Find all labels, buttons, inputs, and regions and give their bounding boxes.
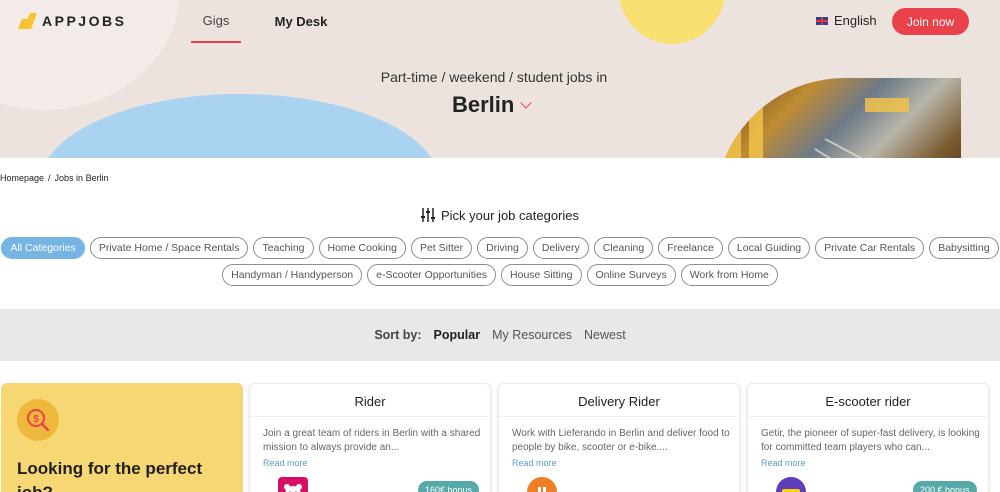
sort-label: Sort by: bbox=[374, 328, 422, 342]
logo-icon bbox=[18, 12, 37, 30]
chevron-down-icon bbox=[520, 97, 533, 109]
categories-heading: Pick your job categories bbox=[0, 207, 1000, 223]
decorative-blob bbox=[618, 0, 726, 44]
category-chip[interactable]: Local Guiding bbox=[727, 237, 811, 259]
divider bbox=[250, 416, 490, 417]
svg-text:$: $ bbox=[33, 414, 39, 425]
sort-option-newest[interactable]: Newest bbox=[584, 328, 626, 342]
money-search-icon: $ bbox=[27, 409, 50, 432]
city-selector[interactable]: Berlin bbox=[452, 92, 533, 118]
join-now-button[interactable]: Join now bbox=[892, 8, 969, 35]
breadcrumb-separator: / bbox=[48, 173, 51, 183]
category-chip[interactable]: Online Surveys bbox=[586, 264, 676, 286]
read-more-link[interactable]: Read more bbox=[263, 458, 308, 468]
job-title: Delivery Rider bbox=[578, 394, 660, 409]
category-chip[interactable]: e-Scooter Opportunities bbox=[367, 264, 497, 286]
category-row: All Categories Private Home / Space Renta… bbox=[0, 237, 1000, 259]
promo-text: Looking for the perfect job? bbox=[17, 459, 203, 492]
divider bbox=[499, 416, 739, 417]
city-name: Berlin bbox=[452, 92, 515, 117]
read-more-link[interactable]: Read more bbox=[512, 458, 557, 468]
breadcrumb: Homepage / Jobs in Berlin bbox=[0, 173, 109, 183]
category-chip[interactable]: Pet Sitter bbox=[410, 237, 473, 259]
job-title: Rider bbox=[354, 394, 386, 409]
divider bbox=[748, 416, 988, 417]
category-chip[interactable]: All Categories bbox=[1, 237, 85, 259]
category-chip[interactable]: Work from Home bbox=[680, 264, 778, 286]
categories-title: Pick your job categories bbox=[440, 207, 579, 223]
category-chip[interactable]: Handyman / Handyperson bbox=[222, 264, 363, 286]
category-chip[interactable]: Cleaning bbox=[593, 237, 654, 259]
main-nav: Gigs My Desk bbox=[191, 0, 341, 43]
hero-banner: APPJOBS Gigs My Desk English Join now Pa… bbox=[0, 0, 1000, 158]
sort-option-my-resources[interactable]: My Resources bbox=[492, 328, 572, 342]
bonus-badge: 200 € bonus bbox=[913, 481, 977, 492]
sort-bar: Sort by: Popular My Resources Newest bbox=[0, 309, 1000, 361]
job-description: Getir, the pioneer of super-fast deliver… bbox=[761, 428, 980, 453]
job-card[interactable]: Delivery Rider Work with Lieferando in B… bbox=[498, 383, 740, 492]
category-chip[interactable]: Babysitting bbox=[929, 237, 999, 259]
sort-option-popular[interactable]: Popular bbox=[434, 328, 481, 342]
category-chip[interactable]: Delivery bbox=[532, 237, 589, 259]
logo-text: APPJOBS bbox=[42, 13, 127, 29]
appjobs-logo[interactable]: APPJOBS bbox=[18, 12, 127, 30]
read-more-link[interactable]: Read more bbox=[761, 458, 806, 468]
uk-flag-icon bbox=[816, 16, 828, 25]
category-chip[interactable]: Private Home / Space Rentals bbox=[89, 237, 249, 259]
language-selector[interactable]: English bbox=[816, 13, 877, 28]
hero-subtitle: Part-time / weekend / student jobs in bbox=[380, 69, 608, 85]
category-chip[interactable]: House Sitting bbox=[501, 264, 582, 286]
nav-tab-gigs[interactable]: Gigs bbox=[191, 0, 241, 43]
language-label: English bbox=[834, 13, 877, 28]
category-chip[interactable]: Teaching bbox=[253, 237, 314, 259]
promo-card[interactable]: $ Looking for the perfect job? bbox=[1, 383, 243, 492]
sliders-icon bbox=[420, 208, 435, 222]
job-description: Join a great team of riders in Berlin wi… bbox=[263, 428, 481, 453]
category-chip[interactable]: Private Car Rentals bbox=[815, 237, 925, 259]
decorative-blob bbox=[40, 94, 440, 158]
city-photo bbox=[715, 78, 961, 158]
bonus-badge: 160€ bonus bbox=[418, 481, 480, 492]
breadcrumb-home[interactable]: Homepage bbox=[0, 173, 44, 183]
job-description: Work with Lieferando in Berlin and deliv… bbox=[512, 428, 730, 453]
job-title: E-scooter rider bbox=[825, 394, 911, 409]
getir-logo-icon bbox=[776, 477, 806, 492]
lieferando-logo-icon bbox=[527, 477, 557, 492]
category-chip[interactable]: Driving bbox=[477, 237, 528, 259]
foodpanda-logo-icon bbox=[278, 477, 308, 492]
nav-tab-my-desk[interactable]: My Desk bbox=[261, 0, 341, 43]
category-row: Handyman / Handyperson e-Scooter Opportun… bbox=[0, 264, 1000, 286]
job-card[interactable]: E-scooter rider Getir, the pioneer of su… bbox=[747, 383, 989, 492]
breadcrumb-current: Jobs in Berlin bbox=[54, 173, 109, 183]
category-chip[interactable]: Freelance bbox=[658, 237, 723, 259]
job-card[interactable]: Rider Join a great team of riders in Ber… bbox=[249, 383, 491, 492]
category-chip[interactable]: Home Cooking bbox=[318, 237, 406, 259]
